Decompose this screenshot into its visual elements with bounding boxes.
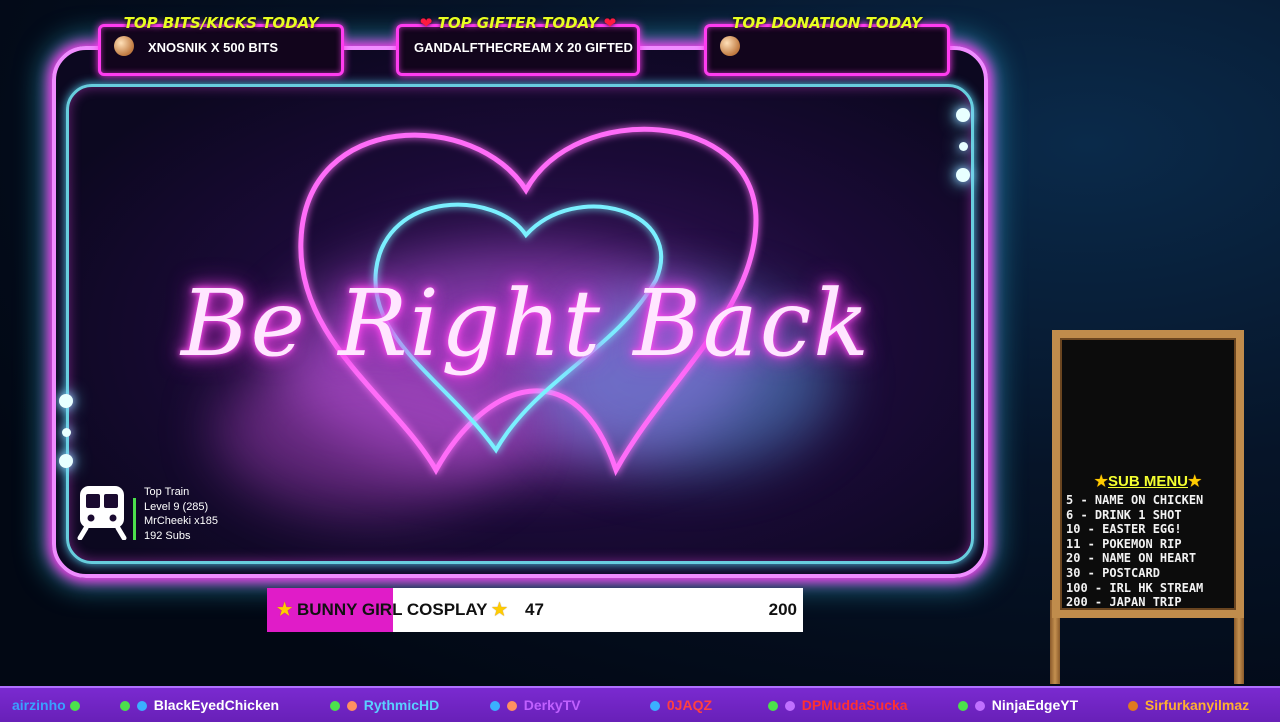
cube-badge-icon	[650, 701, 660, 712]
top-gifter-title-row: ❤ TOP GIFTER TODAY ❤	[396, 14, 640, 32]
list-item: 200 - JAPAN TRIP	[1066, 595, 1182, 610]
ticker-username: DPMuddaSucka	[801, 697, 908, 713]
coin-badge-icon	[1128, 701, 1138, 712]
heart-icon: ❤	[419, 14, 433, 32]
ticker-user: RythmicHD	[330, 697, 439, 713]
train-level: Level 9 (285)	[144, 500, 209, 513]
list-item: 10 - EASTER EGG!	[1066, 522, 1182, 537]
top-donation-box: TOP DONATION TODAY	[704, 14, 950, 76]
ticker-username: airzinho	[12, 697, 66, 713]
verified-badge-icon	[768, 701, 778, 712]
star-icon: ★	[1188, 473, 1202, 490]
top-train-widget: Top Train Level 9 (285) MrCheeki x185 19…	[76, 482, 256, 544]
train-text: Top Train Level 9 (285) MrCheeki x185 19…	[144, 485, 218, 543]
goal-target: 200	[768, 600, 797, 619]
cube-badge-icon	[490, 701, 500, 712]
list-item: 5 - NAME ON CHICKEN	[1066, 493, 1204, 507]
train-title: Top Train	[144, 486, 190, 498]
train-subs: 192 Subs	[144, 529, 191, 542]
ticker-username: Sirfurkanyilmaz	[1144, 697, 1250, 713]
neon-dot	[956, 108, 970, 122]
chat-ticker: airzinho BlackEyedChicken RythmicHD Derk…	[0, 686, 1280, 722]
heart-badge-icon	[784, 701, 795, 712]
goal-label: BUNNY GIRL COSPLAY	[296, 600, 488, 619]
top-gifter-value: GANDALFTHECREAM X 20 GIFTED	[414, 40, 633, 55]
ticker-username: RythmicHD	[363, 697, 440, 713]
top-bits-title: TOP BITS/KICKS TODAY	[123, 14, 319, 32]
sub-menu-title: SUB MENU	[1107, 473, 1188, 490]
list-item: 30 - POSTCARD	[1066, 565, 1160, 580]
heart-icon: ❤	[603, 14, 617, 32]
verified-badge-icon	[330, 701, 340, 712]
cube-badge-icon	[136, 701, 147, 712]
list-item: 11 - POKEMON RIP	[1066, 536, 1182, 551]
ticker-user: 0JAQZ	[650, 697, 712, 713]
heart-badge-icon	[506, 701, 517, 712]
goal-label-row: ★ BUNNY GIRL COSPLAY ★	[277, 600, 507, 620]
ticker-username: DerkyTV	[523, 697, 581, 713]
train-leader: MrCheeki x185	[144, 515, 218, 527]
gem-icon	[114, 36, 134, 56]
sub-menu-list: 5 - NAME ON CHICKEN 6 - DRINK 1 SHOT 10 …	[1066, 493, 1203, 610]
neon-dot	[59, 394, 73, 408]
goal-current: 47	[525, 600, 544, 619]
train-icon	[77, 486, 127, 540]
train-progress-bar	[133, 498, 136, 540]
neon-dot	[59, 454, 73, 468]
ticker-user: DPMuddaSucka	[768, 697, 908, 713]
verified-badge-icon	[120, 701, 130, 712]
gem-icon	[720, 36, 740, 56]
ticker-username: 0JAQZ	[666, 697, 713, 713]
brb-headline: Be Right Back	[180, 270, 872, 377]
neon-dot	[62, 428, 71, 437]
heart-badge-icon	[974, 701, 985, 712]
neon-dot	[956, 168, 970, 182]
top-gifter-title: TOP GIFTER TODAY	[437, 14, 599, 32]
ticker-username: BlackEyedChicken	[153, 697, 280, 713]
ticker-user: DerkyTV	[490, 697, 581, 713]
heart-badge-icon	[346, 701, 357, 712]
star-icon: ★	[277, 600, 293, 619]
star-icon: ★	[491, 600, 508, 619]
top-donation-title: TOP DONATION TODAY	[732, 14, 922, 32]
top-gifter-box: ❤ TOP GIFTER TODAY ❤ GANDALFTHECREAM X 2…	[396, 14, 640, 76]
top-bits-box: TOP BITS/KICKS TODAY XNOSNIK X 500 BITS	[98, 14, 344, 76]
ticker-user: Sirfurkanyilmaz	[1128, 697, 1249, 713]
list-item: 6 - DRINK 1 SHOT	[1066, 507, 1182, 522]
list-item: 20 - NAME ON HEART	[1066, 551, 1197, 566]
verified-badge-icon	[958, 701, 968, 712]
top-bits-value: XNOSNIK X 500 BITS	[148, 40, 279, 55]
emote-icon	[69, 701, 80, 712]
sub-menu-heading: ★SUB MENU★	[1060, 472, 1236, 490]
neon-dot	[959, 142, 968, 151]
list-item: 100 - IRL HK STREAM	[1066, 580, 1204, 595]
ticker-user: NinjaEdgeYT	[958, 697, 1078, 713]
ticker-username: NinjaEdgeYT	[991, 697, 1079, 713]
sub-goal-bar: ★ BUNNY GIRL COSPLAY ★ 47 200	[267, 588, 803, 632]
sub-menu-board: ★SUB MENU★ 5 - NAME ON CHICKEN 6 - DRINK…	[1052, 330, 1244, 618]
star-icon: ★	[1094, 473, 1108, 490]
ticker-user: airzinho	[12, 697, 83, 713]
ticker-user: BlackEyedChicken	[120, 697, 279, 713]
